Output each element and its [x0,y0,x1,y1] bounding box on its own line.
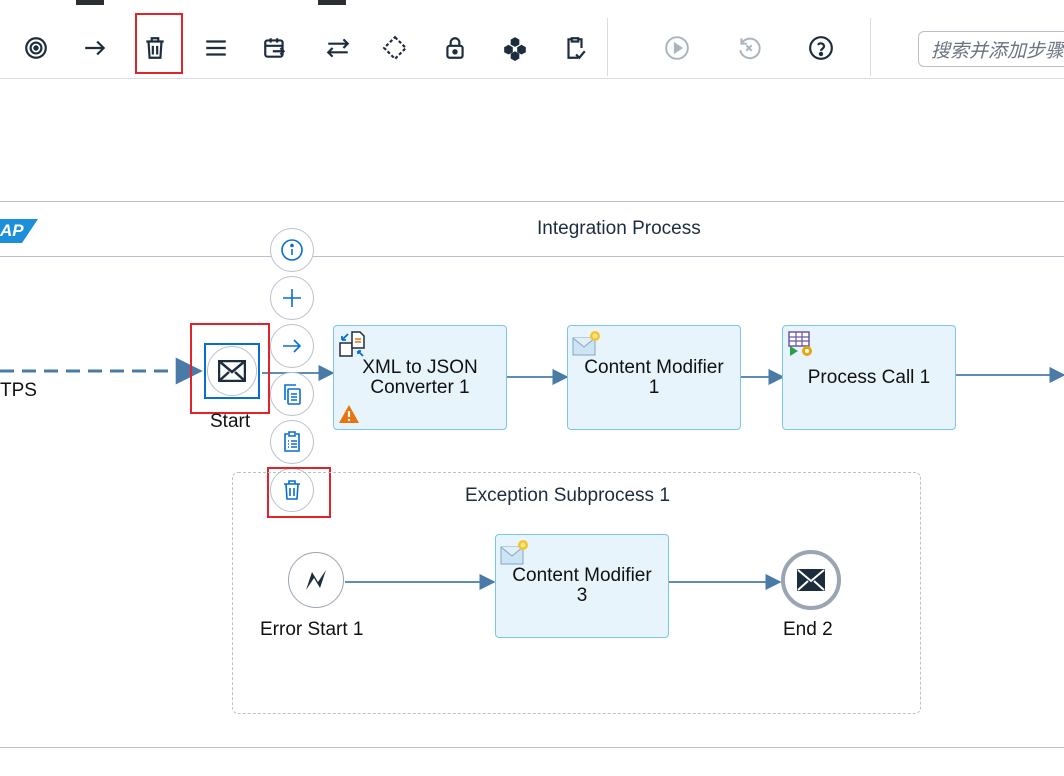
step-content-modifier-3[interactable]: Content Modifier 3 [495,534,669,638]
error-start-label: Error Start 1 [260,619,364,640]
process-call-icon [788,331,812,356]
step-label: Process Call 1 [807,366,931,388]
connect-arrow-icon [283,339,302,353]
step-label: Content Modifier 3 [512,565,652,606]
subprocess-title: Exception Subprocess 1 [465,485,670,506]
copy-icon [284,384,301,405]
step-xml-to-json-converter[interactable]: XML to JSON Converter 1 [333,325,507,430]
add-button[interactable] [270,276,314,320]
warning-icon [339,405,359,423]
sender-label: TPS [0,380,37,401]
content-modifier-icon [572,331,600,356]
step-process-call-1[interactable]: Process Call 1 [782,325,956,430]
start-label: Start [210,411,251,432]
add-icon [283,289,301,307]
envelope-filled-icon [797,569,825,591]
info-icon [281,239,303,261]
content-modifier-icon [500,540,528,565]
end-event[interactable] [781,550,841,610]
paste-icon [284,431,300,452]
step-label: XML to JSON Converter 1 [362,356,478,398]
end-label: End 2 [783,619,833,640]
connect-button[interactable] [270,324,314,368]
copy-button[interactable] [270,372,314,416]
start-event[interactable] [207,346,257,396]
envelope-icon [218,360,246,382]
converter-icon [339,331,365,357]
info-button[interactable] [270,228,314,272]
lightning-icon [306,570,326,590]
step-content-modifier-1[interactable]: Content Modifier 1 [567,325,741,430]
paste-button[interactable] [270,420,314,464]
error-start-event[interactable] [288,552,344,608]
step-label: Content Modifier 1 [584,356,724,398]
